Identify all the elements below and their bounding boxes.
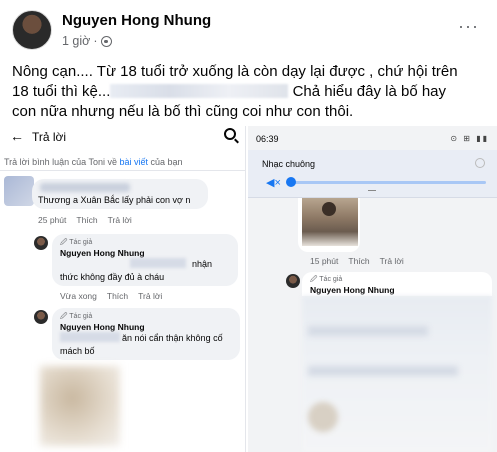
comment-text: mách bố: [60, 346, 95, 356]
comment-text: Thương a Xuân Bắc lấy phải con vợ n: [38, 195, 191, 205]
author-avatar[interactable]: [12, 10, 52, 50]
divider: [368, 190, 376, 191]
left-screenshot[interactable]: ← Trả lời Trả lời bình luận của Toni về …: [0, 126, 246, 452]
comment-actions: 15 phút Thích Trả lời: [310, 256, 404, 266]
status-time: 06:39: [256, 134, 279, 144]
more-options-icon[interactable]: ···: [458, 16, 479, 37]
comment-time: 15 phút: [310, 256, 339, 266]
comment-time: Vừa xong: [60, 291, 97, 301]
status-icons: ⊙ ⊞ ▮▮: [450, 134, 489, 143]
blurred-image: [308, 402, 338, 432]
arrow-left-icon: ←: [10, 128, 24, 144]
author-name[interactable]: Nguyen Hong Nhung: [62, 12, 211, 29]
post-text-line: Nông cạn.... Từ 18 tuổi trở xuống là còn…: [12, 63, 458, 80]
like-link: Thích: [106, 291, 129, 301]
post-meta: 1 giờ ·: [62, 34, 112, 48]
author-avatar: [286, 274, 300, 288]
volume-slider: [288, 181, 486, 184]
post-text: Nông cạn.... Từ 18 tuổi trở xuống là còn…: [12, 62, 482, 122]
blurred-text: [308, 326, 428, 336]
search-icon: [475, 158, 485, 168]
comment-bubble: 🖉 Tác giả Nguyen Hong Nhung ăn nói cẩn t…: [52, 308, 240, 360]
blurred-text: [308, 366, 458, 376]
blurred-text: [60, 332, 120, 342]
divider: [0, 170, 245, 171]
author-avatar: [34, 236, 48, 250]
volume-slider-knob: [286, 177, 296, 187]
speaker-mute-icon: ◀×: [266, 177, 281, 189]
comment-text: nhận: [192, 259, 213, 269]
comment-bubble: 🖉 Tác giả Nguyen Hong Nhung nhận thức kh…: [52, 234, 238, 286]
comment-author: Nguyen Hong Nhung: [60, 248, 145, 258]
like-link: Thích: [76, 215, 98, 225]
globe-icon: [100, 35, 112, 47]
reply-link: Trả lời: [379, 256, 404, 266]
author-avatar: [34, 310, 48, 324]
post-header: Nguyen Hong Nhung 1 giờ · ···: [12, 8, 487, 56]
blurred-name: [40, 183, 130, 192]
post-text-line: 18 tuổi thì kệ... Chả hiểu đây là bố hay: [12, 83, 447, 100]
reply-info: Trả lời bình luận của Toni về bài viết c…: [4, 157, 183, 167]
blurred-text: [130, 258, 186, 268]
comment-bubble: 🖉 Tác giả Nguyen Hong Nhung: [302, 272, 492, 296]
commenter-avatar: [4, 176, 34, 206]
comment-text: ăn nói cẩn thận không cố: [122, 333, 223, 343]
ringtone-label: Nhạc chuông: [262, 159, 316, 169]
search-icon: [224, 128, 236, 140]
post-time[interactable]: 1 giờ: [62, 34, 90, 48]
comment-photo: [302, 198, 358, 246]
blurred-image: [40, 366, 120, 446]
comment-author: Nguyen Hong Nhung: [310, 285, 395, 295]
reply-link: Trả lời: [107, 215, 132, 225]
comment-bubble: Thương a Xuân Bắc lấy phải con vợ n: [32, 179, 208, 209]
like-link: Thích: [348, 256, 370, 266]
comment-text: thức không đầy đủ à cháu: [60, 272, 165, 282]
comment-actions: Vừa xong Thích Trả lời: [60, 291, 162, 301]
reply-title: Trả lời: [32, 130, 67, 144]
right-screenshot[interactable]: 06:39 ⊙ ⊞ ▮▮ Nhạc chuông ◀× 15 phút Thíc…: [248, 126, 497, 452]
reply-link: Trả lời: [138, 291, 163, 301]
post-text-line: con nữa nhưng nếu là bố thì cũng coi như…: [12, 103, 354, 120]
blurred-text: [110, 84, 289, 98]
comment-author: Nguyen Hong Nhung: [60, 322, 145, 332]
comment-time: 25 phút: [38, 215, 67, 225]
reply-topbar: ← Trả lời: [0, 126, 245, 148]
comment-actions: 25 phút Thích Trả lời: [38, 215, 132, 225]
